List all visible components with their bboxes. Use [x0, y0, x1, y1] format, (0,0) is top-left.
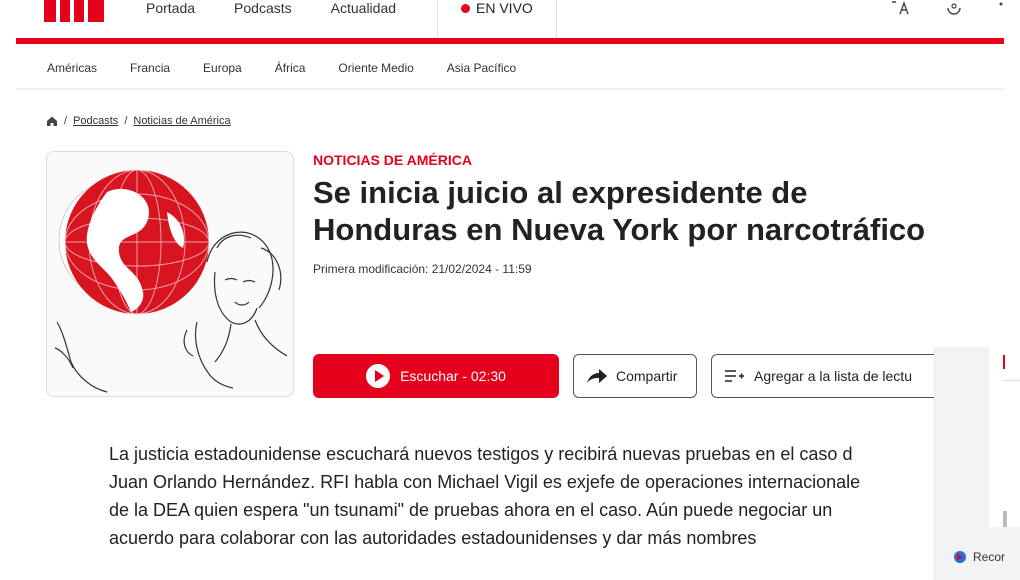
section-kicker[interactable]: NOTICIAS DE AMÉRICA: [313, 152, 472, 168]
breadcrumb-noticias-de-america[interactable]: Noticias de América: [133, 115, 230, 127]
more-menu-icon[interactable]: [998, 0, 1004, 16]
article-lead: La justicia estadounidense escuchará nue…: [109, 440, 945, 552]
home-icon[interactable]: [46, 115, 58, 127]
settings-gear-icon[interactable]: [944, 0, 964, 16]
article-title: Se inicia juicio al expresidente de Hond…: [313, 174, 1003, 248]
overlay-preview: [989, 347, 1020, 527]
article-title-line: Honduras en Nueva York por narcotráfico: [313, 212, 926, 247]
main-nav: Portada Podcasts Actualidad: [146, 0, 396, 18]
top-header: Portada Podcasts Actualidad EN VIVO: [0, 0, 1020, 38]
nav-item-portada[interactable]: Portada: [146, 0, 195, 18]
lead-line: de la DEA quien espera "un tsunami" de p…: [109, 500, 833, 520]
brand-divider: [16, 38, 1004, 44]
header-tools: [890, 0, 1004, 16]
globe-woman-illustration: [54, 169, 288, 393]
nav-divider: [556, 0, 557, 38]
live-dot-icon: [461, 3, 470, 13]
breadcrumb-separator: /: [124, 115, 128, 127]
lead-line: La justicia estadounidense escuchará nue…: [109, 444, 853, 464]
nav-shadow: [16, 88, 1004, 92]
share-button[interactable]: Compartir: [573, 354, 697, 398]
modified-timestamp: Primera modificación: 21/02/2024 - 11:59: [313, 262, 532, 276]
nav-item-podcasts[interactable]: Podcasts: [234, 0, 292, 18]
side-overlay-popup[interactable]: Recor: [934, 347, 1020, 580]
live-link[interactable]: EN VIVO: [461, 0, 533, 16]
region-europa[interactable]: Europa: [203, 61, 242, 75]
breadcrumb-podcasts[interactable]: Podcasts: [73, 115, 118, 127]
playlist-add-icon: [725, 370, 744, 382]
article-title-line: Se inicia juicio al expresidente de: [313, 175, 808, 210]
region-asia-pacifico[interactable]: Asia Pacífico: [447, 61, 516, 75]
live-label: EN VIVO: [476, 0, 533, 16]
region-americas[interactable]: Américas: [47, 61, 97, 75]
overlay-accent: [1003, 355, 1005, 369]
play-icon: [366, 364, 391, 388]
breadcrumb-separator: /: [64, 115, 68, 127]
listen-label: Escuchar - 02:30: [400, 368, 506, 384]
overlay-label: Recor: [973, 550, 1006, 564]
breadcrumb: / Podcasts / Noticias de América: [46, 115, 231, 127]
region-francia[interactable]: Francia: [130, 61, 170, 75]
podcast-cover-image: [46, 151, 294, 397]
lead-line: acuerdo para colaborar con las autoridad…: [109, 528, 757, 548]
share-arrow-icon: [587, 369, 607, 383]
region-nav: Américas Francia Europa África Oriente M…: [47, 61, 516, 75]
share-label: Compartir: [616, 368, 678, 384]
read-list-label: Agregar a la lista de lectu: [754, 368, 912, 384]
text-size-icon[interactable]: [890, 0, 910, 16]
region-africa[interactable]: África: [275, 61, 306, 75]
recorder-icon: [954, 551, 966, 563]
region-oriente-medio[interactable]: Oriente Medio: [338, 61, 413, 75]
overlay-footer[interactable]: Recor: [953, 550, 1005, 564]
overlay-scroll: [1003, 511, 1007, 527]
lead-line: Juan Orlando Hernández. RFI habla con Mi…: [109, 472, 861, 492]
nav-divider: [437, 0, 438, 38]
overlay-divider: [1003, 380, 1020, 381]
rfi-logo[interactable]: [44, 0, 104, 22]
listen-button[interactable]: Escuchar - 02:30: [313, 354, 559, 398]
add-to-reading-list-button[interactable]: Agregar a la lista de lectu: [711, 354, 941, 398]
nav-item-actualidad[interactable]: Actualidad: [331, 0, 396, 18]
